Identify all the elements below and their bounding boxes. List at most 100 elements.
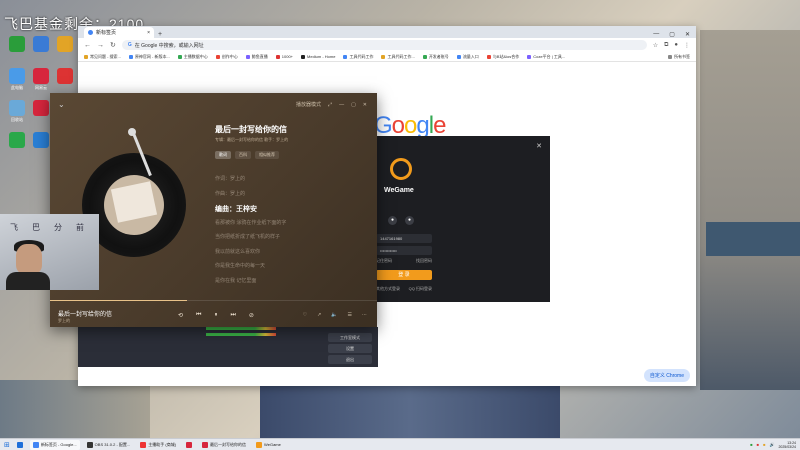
new-tab-icon[interactable]: + — [158, 31, 162, 38]
app-icon — [33, 132, 49, 148]
desktop-icon[interactable]: 回收站 — [4, 100, 30, 123]
back-icon[interactable]: ← — [84, 42, 91, 49]
loop-icon[interactable]: ⟲ — [178, 312, 183, 319]
bookmark-item[interactable]: 工具代码工作 — [343, 54, 373, 60]
taskbar-item[interactable] — [183, 440, 195, 450]
login-button[interactable]: 登 录 — [376, 270, 432, 280]
password-field[interactable]: •••••••••••• — [376, 246, 432, 255]
desktop-icon[interactable]: 此电脑 — [4, 68, 30, 91]
menu-icon[interactable]: ⋮ — [684, 42, 690, 49]
wegame-close-icon[interactable]: ✕ — [536, 142, 542, 150]
forgot-password-link[interactable]: 找回密码 — [416, 258, 432, 264]
bookmark-item[interactable]: 常见问题 - 搜索... — [84, 54, 121, 60]
bookmark-label: 创作中心 — [221, 53, 238, 59]
address-bar[interactable]: G 在 Google 中搜索，或输入网址 — [121, 40, 647, 50]
desktop-icon[interactable] — [52, 68, 78, 84]
bookmark-favicon-icon — [456, 54, 461, 59]
bookmark-label: 与B站&ios合作 — [492, 53, 520, 59]
bookmark-star-icon[interactable]: ☆ — [653, 42, 658, 49]
tray-app-icon-2[interactable]: ■ — [757, 442, 759, 447]
start-icon[interactable]: ⊞ — [4, 441, 10, 449]
desktop-icon[interactable] — [28, 36, 54, 52]
taskbar-item[interactable]: WeGame — [253, 440, 284, 450]
maximize-icon[interactable]: ▢ — [669, 31, 675, 38]
taskbar-item[interactable]: 新标签页 - Google... — [29, 439, 80, 450]
close-icon[interactable]: ✕ — [685, 31, 690, 38]
music-player-window[interactable]: ⌄ 播放器模式 ⤢ — ▢ ✕ 最后一封写给你的信 专辑：最后一封写给你的信 歌… — [50, 93, 377, 327]
desktop-icon[interactable] — [4, 36, 30, 52]
bookmark-item[interactable]: 工具代码工作... — [381, 54, 415, 60]
wechat-icon[interactable]: ● — [405, 216, 414, 225]
obs-window[interactable]: 工作室模式 设置 退出 — [78, 327, 378, 367]
lyric-tab[interactable]: 相似推荐 — [255, 151, 279, 159]
wegame-login-window[interactable]: ✕ WeGame ● ● 1447161980 •••••••••••• 记住密码… — [374, 136, 550, 302]
bookmark-item[interactable]: 鲸鱼直播 — [245, 54, 268, 60]
customize-chrome-button[interactable]: 自定义 Chrome — [643, 369, 690, 382]
obs-button[interactable]: 设置 — [328, 344, 372, 353]
more-icon[interactable]: ⋯ — [362, 312, 367, 318]
tray-app-icon[interactable]: ■ — [750, 442, 752, 447]
bookmark-favicon-icon — [245, 54, 250, 59]
reload-icon[interactable]: ↻ — [110, 41, 116, 49]
taskbar-item[interactable]: 主播助手 (商城) — [137, 440, 179, 450]
profile-icon[interactable]: ● — [674, 42, 678, 49]
playlist-icon[interactable]: ☰ — [348, 312, 352, 318]
player-close-icon[interactable]: ✕ — [363, 102, 367, 108]
remember-password[interactable]: 记住密码 — [376, 258, 392, 264]
chrome-tab[interactable]: 新标签页 × — [84, 27, 154, 38]
bookmark-item[interactable]: 原神官网 - 新版本... — [128, 54, 170, 60]
collapse-chevron-icon[interactable]: ⌄ — [58, 100, 65, 109]
all-bookmarks[interactable]: 所有书签 — [668, 54, 690, 60]
volume-icon[interactable]: 🔈 — [331, 312, 337, 318]
desktop-icon[interactable]: 网易云 — [28, 68, 54, 91]
player-minimize-icon[interactable]: — — [339, 102, 344, 108]
lyric-tab[interactable]: 歌词 — [215, 151, 231, 159]
tray-app-icon-3[interactable]: ■ — [763, 442, 765, 447]
like-icon[interactable]: ♡ — [303, 312, 307, 318]
player-mode-label[interactable]: 播放器模式 — [296, 101, 321, 108]
obs-button[interactable]: 工作室模式 — [328, 333, 372, 342]
bookmark-label: 开发者账号 — [428, 53, 449, 59]
taskbar-item[interactable] — [14, 440, 26, 450]
qq-icon[interactable]: ● — [388, 216, 397, 225]
bookmark-item[interactable]: 创作中心 — [215, 53, 238, 60]
other-login-link[interactable]: 其他方式登录 — [376, 286, 400, 292]
taskbar-item[interactable]: OBS 31.0.2 - 配置... — [84, 440, 134, 450]
lyric-tabs: 歌词 百科 相似推荐 — [215, 151, 279, 159]
previous-icon[interactable]: ⏮ — [196, 312, 201, 319]
dislike-icon[interactable]: ⊘ — [249, 312, 254, 319]
desktop-icon[interactable] — [4, 132, 30, 148]
desktop-icon[interactable] — [52, 36, 78, 52]
address-placeholder: 在 Google 中搜索，或输入网址 — [134, 42, 204, 49]
progress-bar[interactable] — [50, 300, 377, 301]
bookmark-item[interactable]: 与B站&ios合作 — [486, 53, 520, 60]
taskbar-item[interactable]: 最后一封写给你的信 — [199, 440, 249, 450]
forward-icon[interactable]: → — [97, 42, 104, 49]
bookmark-item[interactable]: 主播数据中心 — [177, 54, 208, 60]
minimize-icon[interactable]: — — [653, 31, 659, 38]
app-icon — [9, 132, 25, 148]
wallpaper-graphic — [706, 222, 800, 256]
bookmark-item[interactable]: Coze平台 | 工具... — [527, 54, 565, 60]
bookmark-item[interactable]: 1000+ — [275, 54, 293, 60]
qq-scan-login-link[interactable]: QQ 扫码登录 — [409, 286, 432, 292]
pause-icon[interactable]: ⏸ — [214, 312, 217, 319]
taskbar-app-icon — [86, 441, 93, 448]
tab-close-icon[interactable]: × — [147, 30, 150, 36]
bookmark-item[interactable]: 开发者账号 — [422, 53, 449, 60]
volume-tray-icon[interactable]: 🔊 — [769, 442, 774, 447]
wallpaper-bottom-left — [0, 380, 150, 438]
player-maximize-icon[interactable]: ▢ — [351, 102, 356, 108]
app-icon — [9, 36, 25, 52]
account-field[interactable]: 1447161980 — [376, 234, 432, 243]
obs-button[interactable]: 退出 — [328, 355, 372, 364]
app-icon — [9, 68, 25, 84]
next-icon[interactable]: ⏭ — [230, 312, 235, 319]
bookmark-item[interactable]: 流量入口 — [456, 54, 479, 60]
lyric-tab[interactable]: 百科 — [235, 151, 251, 159]
clock[interactable]: 13:24 2025/03/24 — [778, 441, 796, 449]
bookmark-item[interactable]: Medium - Home — [301, 54, 335, 60]
fullscreen-icon[interactable]: ⤢ — [328, 102, 332, 108]
extensions-icon[interactable]: ⧉ — [664, 42, 668, 49]
share-icon[interactable]: ↗ — [317, 312, 321, 318]
